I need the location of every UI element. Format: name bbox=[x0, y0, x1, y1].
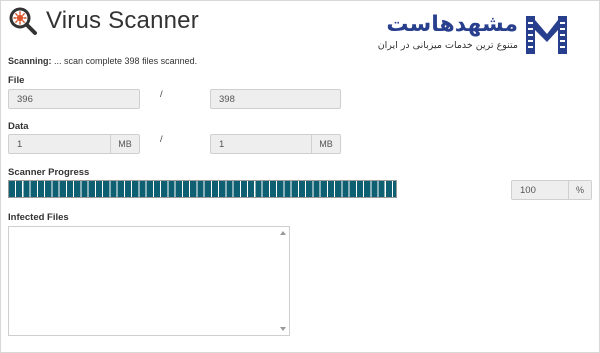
progress-percent-unit: % bbox=[568, 181, 591, 199]
brand-logo-icon bbox=[526, 16, 567, 54]
infected-files-textarea[interactable] bbox=[8, 226, 290, 336]
scan-status-message: ... scan complete 398 files scanned. bbox=[51, 56, 198, 66]
page-header: Virus Scanner bbox=[8, 6, 199, 36]
scan-status: Scanning: ... scan complete 398 files sc… bbox=[8, 56, 197, 66]
scrollbar[interactable] bbox=[279, 228, 288, 334]
scroll-down-icon[interactable] bbox=[280, 327, 286, 331]
data-scanned-value: 1 bbox=[17, 138, 23, 150]
files-total-value: 398 bbox=[219, 93, 235, 105]
scroll-up-icon[interactable] bbox=[280, 231, 286, 235]
files-scanned-value: 396 bbox=[17, 93, 33, 105]
data-label: Data bbox=[8, 121, 29, 132]
page-title: Virus Scanner bbox=[46, 7, 199, 34]
data-scanned-field: 1 MB bbox=[8, 134, 140, 154]
search-icon bbox=[9, 7, 37, 35]
progress-percent-field: 100 % bbox=[511, 180, 592, 200]
infected-files-label: Infected Files bbox=[8, 212, 69, 223]
files-scanned-field: 396 bbox=[8, 89, 140, 109]
files-total-field: 398 bbox=[210, 89, 341, 109]
data-total-value: 1 bbox=[219, 138, 225, 150]
brand-tagline: متنوع ترین خدمات میزبانی در ایران bbox=[377, 40, 518, 51]
scanner-progress-label: Scanner Progress bbox=[8, 167, 90, 178]
scan-status-label: Scanning: bbox=[8, 56, 52, 66]
data-separator: / bbox=[160, 134, 163, 145]
progress-percent-value: 100 bbox=[520, 184, 536, 196]
scanner-progress-bar bbox=[8, 180, 397, 198]
scanner-progress-fill bbox=[9, 181, 396, 197]
data-total-unit: MB bbox=[311, 135, 340, 153]
data-total-field: 1 MB bbox=[210, 134, 341, 154]
brand-name: مشهدهاست bbox=[386, 12, 518, 37]
file-separator: / bbox=[160, 89, 163, 100]
brand-logo-block: مشهدهاست متنوع ترین خدمات میزبانی در ایر… bbox=[370, 10, 570, 56]
data-scanned-unit: MB bbox=[110, 135, 139, 153]
file-label: File bbox=[8, 75, 25, 86]
